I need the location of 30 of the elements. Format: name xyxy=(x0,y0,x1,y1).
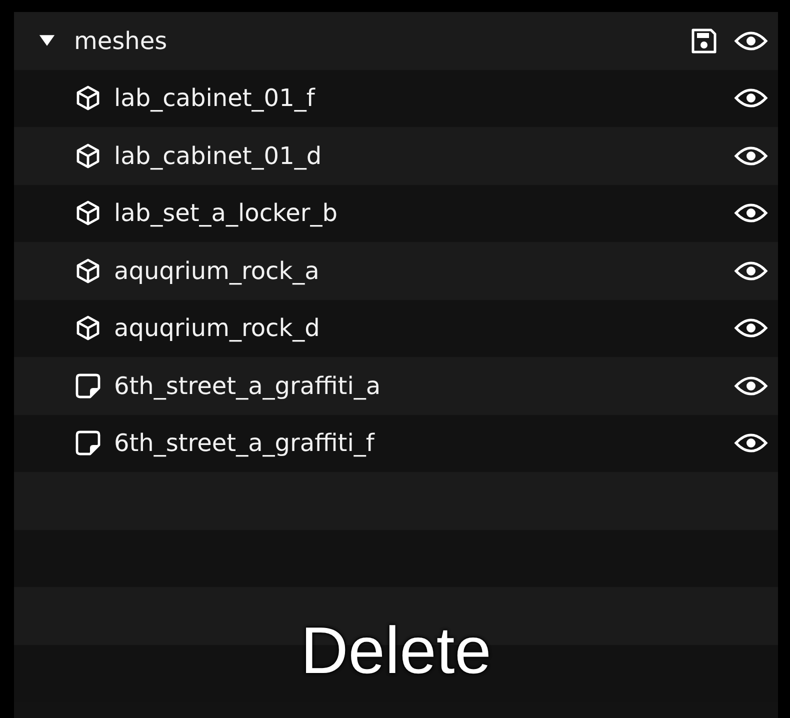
expand-caret-icon[interactable] xyxy=(38,34,56,48)
item-label: aquqrium_rock_a xyxy=(114,256,320,285)
caption-text: Delete xyxy=(300,612,492,688)
cube-icon xyxy=(74,142,102,170)
eye-icon[interactable] xyxy=(734,258,768,283)
cube-icon xyxy=(74,84,102,112)
eye-icon[interactable] xyxy=(734,28,768,53)
eye-icon[interactable] xyxy=(734,86,768,110)
item-label: lab_cabinet_01_d xyxy=(114,142,323,170)
item-label: aquqrium_rock_d xyxy=(114,314,321,342)
group-label: meshes xyxy=(74,26,168,55)
tree-item-row[interactable]: 6th_street_a_graffiti_a xyxy=(14,357,778,414)
tree-group-row[interactable]: meshes xyxy=(14,12,778,70)
eye-icon[interactable] xyxy=(734,144,768,168)
cube-icon xyxy=(74,199,102,228)
item-label: 6th_street_a_graffiti_f xyxy=(114,429,376,458)
eye-icon[interactable] xyxy=(734,316,768,340)
note-icon xyxy=(74,429,102,458)
eye-icon[interactable] xyxy=(734,201,768,226)
item-label: lab_cabinet_01_f xyxy=(114,84,316,112)
save-icon[interactable] xyxy=(690,26,718,55)
eye-icon[interactable] xyxy=(734,431,768,456)
note-icon xyxy=(74,372,102,400)
cube-icon xyxy=(74,256,102,285)
cube-icon xyxy=(74,314,102,342)
eye-icon[interactable] xyxy=(734,374,768,398)
item-label: 6th_street_a_graffiti_a xyxy=(114,372,382,400)
item-label: lab_set_a_locker_b xyxy=(114,199,338,228)
tree-item-row[interactable]: aquqrium_rock_a xyxy=(14,242,778,300)
tree-item-row[interactable]: lab_cabinet_01_d xyxy=(14,127,778,184)
